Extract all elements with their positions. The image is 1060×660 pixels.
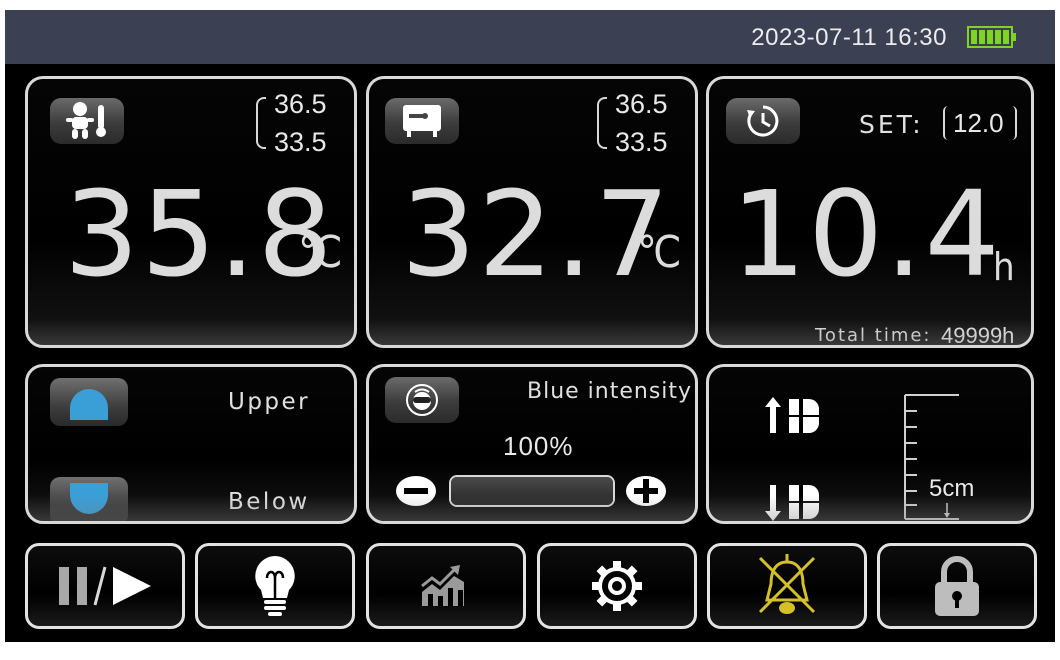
skin-temperature-panel[interactable]: 36.5 33.5 35.8 ℃: [25, 76, 357, 348]
clock-icon: [747, 105, 779, 137]
trend-chart-icon: [421, 565, 464, 606]
trend-button[interactable]: [366, 543, 526, 629]
upper-lamp-button[interactable]: [50, 378, 128, 426]
skin-temp-unit: ℃: [298, 227, 343, 278]
skin-temp-value: 35.8: [64, 165, 335, 303]
lamp-toggle-button[interactable]: [195, 543, 355, 629]
intensity-level: [451, 477, 613, 505]
lock-icon: [935, 556, 979, 616]
below-lamp-button[interactable]: [50, 477, 128, 521]
intensity-chip: [385, 377, 459, 423]
monitor-screen: 2023-07-11 16:30 36.5 33.5 35.8 ℃ 36.5 3…: [5, 10, 1055, 642]
set-value-box[interactable]: 12.0: [943, 106, 1017, 140]
timer-value: 10.4: [731, 165, 1002, 303]
total-time-value: 49999h: [941, 323, 1015, 348]
intensity-slider[interactable]: [449, 475, 615, 507]
lower-lamp-icon: [70, 483, 108, 514]
date-time: 2023-07-11 16:30: [751, 24, 947, 51]
air-temp-upper-limit: 36.5: [615, 89, 668, 119]
plus-icon[interactable]: [625, 475, 667, 507]
screen-lock-button[interactable]: [877, 543, 1037, 629]
air-temp-value: 32.7: [401, 165, 672, 303]
lower-bed-icon[interactable]: [763, 479, 825, 524]
intensity-value: 100%: [503, 431, 574, 461]
scale-label: 5cm: [929, 475, 975, 502]
air-temp-unit: ℃: [637, 227, 682, 278]
blue-intensity-title: Blue intensity: [527, 379, 693, 404]
light-bulb-icon: [255, 556, 295, 616]
alarm-muted-icon: [758, 554, 816, 614]
timer-unit: h: [993, 245, 1015, 289]
upper-lamp-icon: [70, 389, 108, 420]
skin-temp-chip: [50, 98, 124, 144]
battery-full-icon: [967, 26, 1016, 48]
air-temp-chip: [385, 98, 459, 144]
set-label: SET:: [859, 110, 924, 139]
pause-play-icon: [59, 566, 151, 606]
skin-temp-lower-limit: 33.5: [274, 127, 327, 157]
settings-gear-icon: [592, 561, 642, 611]
timer-chip: [726, 98, 800, 144]
range-bracket: [597, 97, 607, 149]
skin-temp-upper-limit: 36.5: [274, 89, 327, 119]
blue-intensity-panel: Blue intensity 100%: [366, 364, 698, 524]
air-temp-lower-limit: 33.5: [615, 127, 668, 157]
pause-play-button[interactable]: [25, 543, 185, 629]
height-adjust-panel: 5cm: [706, 364, 1034, 524]
range-bracket: [256, 97, 266, 149]
total-time-label: Total time:: [815, 325, 932, 346]
alarm-mute-button[interactable]: [707, 543, 867, 629]
settings-button[interactable]: [537, 543, 697, 629]
raise-bed-icon[interactable]: [763, 393, 825, 439]
set-value: 12.0: [953, 108, 1004, 138]
phototherapy-timer-panel[interactable]: SET: 12.0 10.4 h Total time: 49999h: [706, 76, 1034, 348]
incubator-icon: [403, 105, 441, 137]
status-bar: 2023-07-11 16:30: [5, 10, 1055, 64]
minus-icon[interactable]: [395, 475, 437, 507]
air-temperature-panel[interactable]: 36.5 33.5 32.7 ℃: [366, 76, 698, 348]
infant-goggles-icon: [406, 384, 438, 416]
lamp-position-panel: Upper Below: [25, 364, 357, 524]
baby-thermometer-icon: [66, 102, 106, 139]
below-label: Below: [228, 489, 310, 515]
upper-label: Upper: [228, 389, 311, 415]
